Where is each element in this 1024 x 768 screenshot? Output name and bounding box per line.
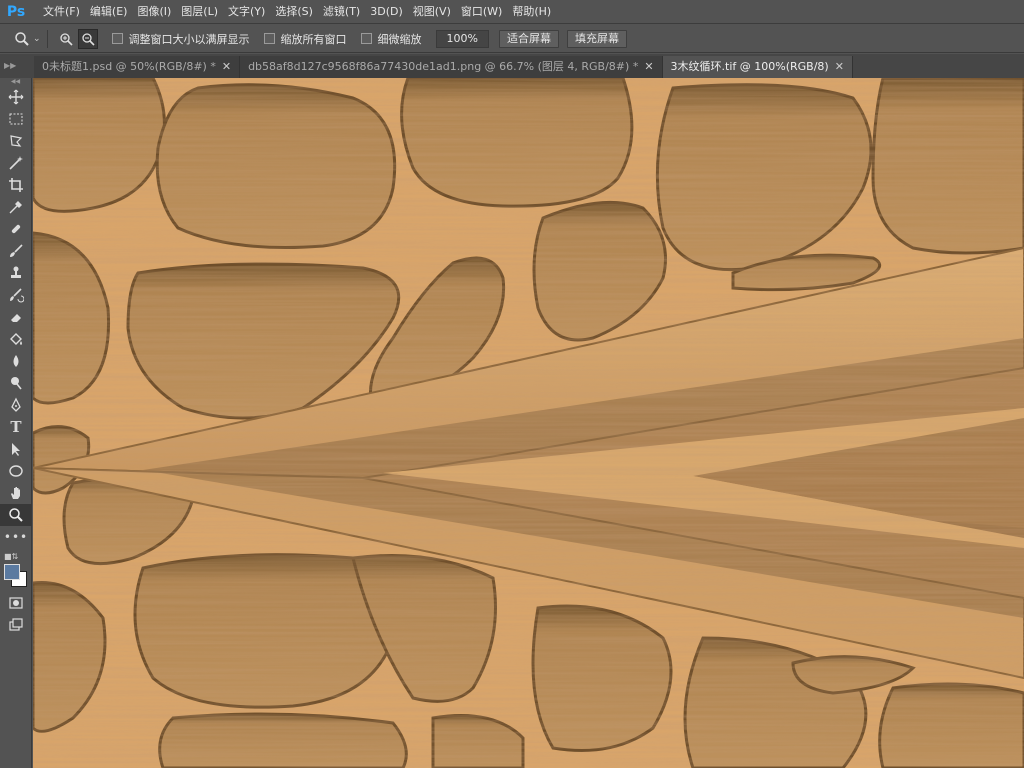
checkbox-box (111, 33, 123, 44)
tab-document-2[interactable]: db58af8d127c9568f86a77430de1ad1.png @ 66… (240, 56, 663, 78)
zoom-tool-icon (15, 31, 29, 46)
resize-windows-label: 调整窗口大小以满屏显示 (128, 32, 250, 46)
resize-windows-checkbox[interactable]: 调整窗口大小以满屏显示 (111, 31, 250, 47)
screen-mode-icon[interactable] (0, 614, 32, 636)
magic-wand-icon[interactable] (0, 152, 32, 174)
checkbox-box (360, 33, 372, 44)
history-brush-icon[interactable] (0, 284, 32, 306)
lasso-icon[interactable] (0, 130, 32, 152)
toolbox: ◀◀ T ••• ■⇅ (0, 78, 32, 768)
menu-window[interactable]: 窗口(W) (456, 0, 507, 24)
pen-icon[interactable] (0, 394, 32, 416)
zoom-100-button[interactable]: 100% (435, 29, 489, 48)
dodge-icon[interactable] (0, 372, 32, 394)
ellipse-icon[interactable] (0, 460, 32, 482)
move-icon[interactable] (0, 86, 32, 108)
chevron-down-icon: ⌄ (33, 33, 41, 44)
close-icon[interactable]: ✕ (835, 56, 844, 78)
menu-view[interactable]: 视图(V) (408, 0, 456, 24)
healing-brush-icon[interactable] (0, 218, 32, 240)
divider (46, 29, 48, 48)
blur-icon[interactable] (0, 350, 32, 372)
marquee-icon[interactable] (0, 108, 32, 130)
zoom-out-icon (81, 32, 95, 46)
paint-bucket-icon[interactable] (0, 328, 32, 350)
photoshop-logo: Ps (6, 3, 26, 20)
menu-select[interactable]: 选择(S) (270, 0, 318, 24)
scrubby-zoom-checkbox[interactable]: 细微缩放 (360, 31, 422, 47)
clone-stamp-icon[interactable] (0, 262, 32, 284)
panel-grip-icon[interactable]: ▶▶ (0, 54, 34, 78)
menu-help[interactable]: 帮助(H) (507, 0, 556, 24)
menu-3d[interactable]: 3D(D) (365, 0, 408, 24)
fit-screen-button[interactable]: 适合屏幕 (499, 29, 559, 48)
zoom-out-button[interactable] (77, 28, 98, 49)
tab-label: 0未标题1.psd @ 50%(RGB/8#) * (42, 60, 216, 73)
zoom-in-button[interactable] (56, 29, 76, 49)
document-tabs: ▶▶ 0未标题1.psd @ 50%(RGB/8#) * ✕ db58af8d12… (0, 54, 1024, 78)
menu-type[interactable]: 文字(Y) (223, 0, 270, 24)
zoom-all-windows-checkbox[interactable]: 缩放所有窗口 (263, 31, 347, 47)
menu-layer[interactable]: 图层(L) (176, 0, 223, 24)
tab-document-3[interactable]: 3木纹循环.tif @ 100%(RGB/8) ✕ (662, 56, 853, 78)
menu-edit[interactable]: 编辑(E) (85, 0, 133, 24)
color-swatches: ■⇅ (0, 552, 31, 592)
checkbox-box (263, 33, 275, 44)
close-icon[interactable]: ✕ (644, 56, 653, 78)
tab-label: 3木纹循环.tif @ 100%(RGB/8) (670, 60, 829, 73)
brush-icon[interactable] (0, 240, 32, 262)
carved-wood-artwork (33, 78, 1024, 768)
document-canvas[interactable] (33, 78, 1024, 768)
zoom-in-icon (59, 32, 73, 46)
fill-screen-button[interactable]: 填充屏幕 (567, 29, 627, 48)
close-icon[interactable]: ✕ (222, 56, 231, 78)
menu-filter[interactable]: 滤镜(T) (318, 0, 365, 24)
tool-preset-picker[interactable]: ⌄ (14, 31, 41, 47)
zoom-all-windows-label: 缩放所有窗口 (280, 32, 347, 46)
crop-icon[interactable] (0, 174, 32, 196)
options-bar: ⌄ 调整窗口大小以满屏显示 缩放所有窗口 细微缩放 100% 适合屏幕 填充屏幕 (0, 25, 1024, 53)
foreground-color-swatch[interactable] (4, 564, 20, 580)
menu-image[interactable]: 图像(I) (132, 0, 176, 24)
hand-icon[interactable] (0, 482, 32, 504)
default-colors-icon[interactable]: ■⇅ (4, 552, 18, 561)
tab-document-1[interactable]: 0未标题1.psd @ 50%(RGB/8#) * ✕ (34, 56, 241, 78)
menu-file[interactable]: 文件(F) (38, 0, 85, 24)
menu-bar: Ps 文件(F) 编辑(E) 图像(I) 图层(L) 文字(Y) 选择(S) 滤… (0, 0, 1024, 24)
toolbox-grip-icon[interactable]: ◀◀ (0, 78, 31, 86)
eyedropper-icon[interactable] (0, 196, 32, 218)
tab-label: db58af8d127c9568f86a77430de1ad1.png @ 66… (248, 60, 639, 73)
zoom-icon[interactable] (0, 504, 32, 526)
quick-mask-icon[interactable] (0, 592, 32, 614)
scrubby-zoom-label: 细微缩放 (377, 32, 422, 46)
path-selection-icon[interactable] (0, 438, 32, 460)
eraser-icon[interactable] (0, 306, 32, 328)
type-icon[interactable]: T (0, 416, 32, 438)
more-tools-icon[interactable]: ••• (0, 526, 32, 548)
